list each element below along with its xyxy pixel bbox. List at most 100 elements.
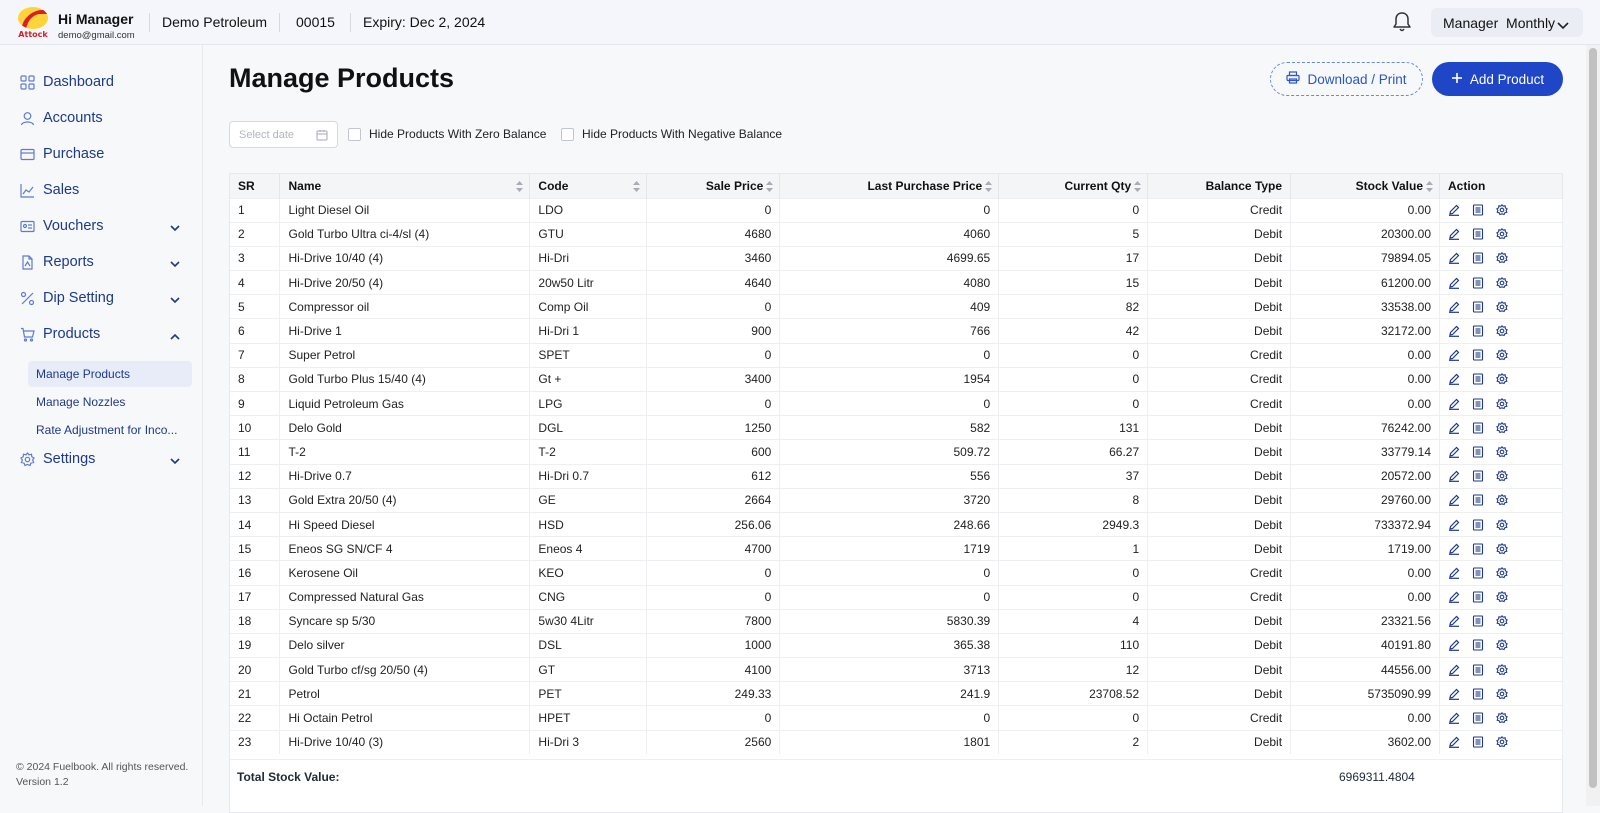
notification-bell-icon[interactable] [1392, 11, 1412, 33]
sidebar-subitem-manage-nozzles[interactable]: Manage Nozzles [28, 389, 192, 415]
settings-icon[interactable] [1496, 687, 1508, 700]
edit-icon[interactable] [1448, 228, 1460, 241]
settings-icon[interactable] [1496, 421, 1508, 434]
hide-zero-balance-checkbox[interactable]: Hide Products With Zero Balance [348, 127, 546, 141]
table-row[interactable]: 20 Gold Turbo cf/sg 20/50 (4) GT 4100 3713 12… [230, 657, 1563, 682]
settings-icon[interactable] [1496, 349, 1508, 361]
table-row[interactable]: 10 Delo Gold DGL 1250 582 131 Debit 76242.00 [230, 415, 1563, 440]
sort-icon[interactable] [633, 181, 641, 192]
ledger-icon[interactable] [1472, 422, 1484, 434]
table-row[interactable]: 17 Compressed Natural Gas CNG 0 0 0 Credit 0.00 [230, 584, 1563, 610]
settings-icon[interactable] [1496, 397, 1508, 410]
table-row[interactable]: 18 Syncare sp 5/30 5w30 4Litr 7800 5830.39 4 D… [230, 608, 1563, 634]
ledger-icon[interactable] [1472, 325, 1484, 337]
sort-icon[interactable] [1134, 181, 1142, 192]
edit-icon[interactable] [1448, 204, 1460, 216]
sidebar-item-accounts[interactable]: Accounts [20, 106, 180, 130]
ledger-icon[interactable] [1472, 277, 1484, 289]
scrollbar-thumb[interactable] [1589, 48, 1597, 788]
table-row[interactable]: 5 Compressor oil Comp Oil 0 409 82 Debit 33538.… [230, 294, 1563, 319]
ledger-icon[interactable] [1472, 736, 1484, 749]
table-row[interactable]: 8 Gold Turbo Plus 15/40 (4) Gt +3400 1954 0 C… [230, 366, 1563, 392]
table-row[interactable]: 2 Gold Turbo Ultra ci-4/sl (4) GTU 4680 4060… [230, 221, 1563, 247]
edit-icon[interactable] [1448, 494, 1460, 507]
sort-icon[interactable] [1426, 181, 1433, 192]
ledger-icon[interactable] [1472, 712, 1484, 724]
edit-icon[interactable] [1448, 736, 1460, 749]
ledger-icon[interactable] [1472, 373, 1484, 385]
ledger-icon[interactable] [1472, 615, 1484, 627]
settings-icon[interactable] [1496, 591, 1508, 603]
sidebar-item-purchase[interactable]: Purchase [20, 142, 180, 166]
ledger-icon[interactable] [1472, 591, 1484, 603]
table-row[interactable]: 19 Delo silver DSL 1000 365.38 110 Debit 40191.… [230, 632, 1563, 658]
ledger-icon[interactable] [1472, 543, 1484, 555]
edit-icon[interactable] [1448, 639, 1460, 652]
table-row[interactable]: 21 Petrol PET 249.33 241.9 23708.52 Debit 57350… [230, 681, 1563, 706]
table-row[interactable]: 13 Gold Extra 20/50 (4) GE 2664 3720 8 Debit 29… [230, 487, 1563, 513]
column-header-current-qty[interactable]: Current Qty [998, 174, 1149, 198]
edit-icon[interactable] [1448, 349, 1460, 362]
table-row[interactable]: 11 T-2 T-2 600 509.72 66.27 Debit 33779.14 [230, 439, 1563, 465]
page-scrollbar[interactable] [1586, 45, 1600, 806]
checkbox-box[interactable] [561, 127, 574, 141]
settings-icon[interactable] [1496, 470, 1508, 482]
table-row[interactable]: 22 Hi Octain Petrol HPET 0 0 0 Credit 0.00 [230, 705, 1563, 731]
edit-icon[interactable] [1448, 688, 1460, 700]
ledger-icon[interactable] [1472, 349, 1484, 361]
ledger-icon[interactable] [1472, 518, 1484, 531]
edit-icon[interactable] [1448, 252, 1460, 265]
table-row[interactable]: 23 Hi-Drive 10/40 (3) Hi-Dri 3 2560 1801 2 Deb… [230, 729, 1563, 755]
attock-logo[interactable]: Attock [16, 7, 50, 39]
sidebar-item-settings[interactable]: Settings [20, 447, 180, 471]
table-row[interactable]: 14 Hi Speed Diesel HSD 256.06 248.66 2949.3 De… [230, 511, 1563, 537]
checkbox-box[interactable] [348, 127, 361, 141]
table-row[interactable]: 15 Eneos SG SN/CF 4 Eneos 4 4700 1719 1 Debit 1… [230, 536, 1563, 561]
settings-icon[interactable] [1496, 566, 1508, 579]
settings-icon[interactable] [1496, 736, 1508, 748]
table-row[interactable]: 6 Hi-Drive 1 Hi-Dri 1 900 766 42 Debit 32172.00 [230, 318, 1563, 344]
settings-icon[interactable] [1496, 639, 1508, 651]
ledger-icon[interactable] [1472, 639, 1484, 652]
table-row[interactable]: 9 Liquid Petroleum Gas LPG 0 0 0 Credit 0.00 [230, 390, 1563, 416]
hide-negative-balance-checkbox[interactable]: Hide Products With Negative Balance [561, 127, 782, 141]
table-row[interactable]: 7 Super Petrol SPET 0 0 0 Credit 0.00 [230, 342, 1563, 368]
ledger-icon[interactable] [1472, 688, 1484, 700]
sidebar-subitem-manage-products[interactable]: Manage Products [28, 361, 192, 387]
edit-icon[interactable] [1448, 567, 1460, 579]
sidebar-item-reports[interactable]: Reports [20, 250, 180, 274]
edit-icon[interactable] [1448, 615, 1460, 628]
edit-icon[interactable] [1448, 591, 1460, 603]
table-row[interactable]: 3 Hi-Drive 10/40 (4) Hi-Dri 3460 4699.65 17 De… [230, 245, 1563, 271]
role-period-dropdown[interactable]: Manager Monthly [1431, 8, 1583, 37]
table-row[interactable]: 16 Kerosene Oil KEO 0 0 0 Credit 0.00 [230, 560, 1563, 585]
ledger-icon[interactable] [1472, 664, 1484, 676]
ledger-icon[interactable] [1472, 252, 1484, 265]
column-header-code[interactable]: Code [529, 174, 648, 198]
edit-icon[interactable] [1448, 712, 1460, 724]
column-header-stock-value[interactable]: Stock Value [1290, 174, 1440, 198]
sort-icon[interactable] [766, 181, 774, 192]
settings-icon[interactable] [1496, 542, 1508, 555]
ledger-icon[interactable] [1472, 228, 1484, 240]
settings-icon[interactable] [1496, 663, 1508, 676]
sidebar-item-vouchers[interactable]: Vouchers [20, 214, 180, 238]
table-row[interactable]: 4 Hi-Drive 20/50 (4) 20w50 Litr 4640 4080 15 D… [230, 270, 1563, 295]
settings-icon[interactable] [1496, 615, 1508, 627]
settings-icon[interactable] [1496, 494, 1508, 506]
sort-icon[interactable] [985, 181, 993, 192]
sidebar-subitem-rate-adjustment[interactable]: Rate Adjustment for Inco... [28, 417, 192, 443]
column-header-last-purchase-price[interactable]: Last Purchase Price [779, 174, 1000, 198]
edit-icon[interactable] [1448, 277, 1460, 289]
edit-icon[interactable] [1448, 373, 1460, 386]
edit-icon[interactable] [1448, 446, 1460, 458]
ledger-icon[interactable] [1472, 204, 1484, 216]
column-header-name[interactable]: Name [279, 174, 531, 198]
settings-icon[interactable] [1496, 518, 1508, 531]
settings-icon[interactable] [1496, 712, 1508, 724]
settings-icon[interactable] [1496, 325, 1508, 337]
sidebar-item-products[interactable]: Products [20, 322, 180, 346]
edit-icon[interactable] [1448, 325, 1460, 337]
table-row[interactable]: 1 Light Diesel Oil LDO 0 0 0 Credit 0.00 [230, 197, 1563, 223]
edit-icon[interactable] [1448, 470, 1460, 483]
